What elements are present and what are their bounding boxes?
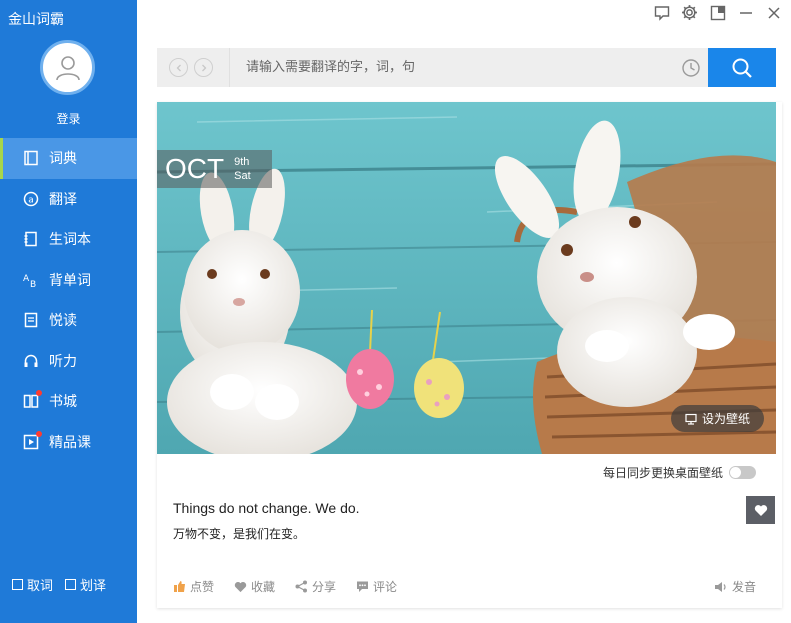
svg-text:a: a [28, 195, 34, 205]
sidebar-item-reading[interactable]: 悦读 [0, 300, 137, 341]
notification-dot [36, 430, 42, 437]
back-button[interactable] [169, 58, 188, 77]
chevron-left-icon [176, 64, 181, 71]
sync-toggle[interactable] [729, 466, 756, 479]
like-label: 点赞 [190, 580, 215, 594]
sidebar-item-label: 悦读 [49, 313, 77, 330]
svg-text:B: B [30, 280, 36, 288]
sidebar-item-wordbook[interactable]: 生词本 [0, 219, 137, 260]
bottom-options: 取词 划译 [12, 575, 106, 594]
sidebar-item-label: 背单词 [49, 272, 91, 289]
like-button[interactable]: 点赞 [173, 578, 214, 595]
pronounce-button[interactable]: 发音 [714, 578, 756, 595]
sidebar-item-translate[interactable]: a 翻译 [0, 179, 137, 220]
sidebar-item-listening[interactable]: 听力 [0, 341, 137, 382]
app-title: 金山词霸 [8, 12, 64, 28]
sidebar-item-courses[interactable]: 精品课 [0, 422, 137, 463]
set-wallpaper-label: 设为壁纸 [701, 412, 750, 426]
history-navigation [157, 48, 230, 87]
quick-lookup-toggle[interactable]: 取词 [12, 575, 53, 594]
sidebar: 金山词霸 登录 词典 a 翻译 生词本 AB 背单词 悦读 听力 书城 精品课 … [0, 0, 137, 623]
thumbs-up-icon [174, 581, 185, 592]
sidebar-item-vocabulary[interactable]: AB 背单词 [0, 260, 137, 301]
chevron-right-icon [201, 64, 206, 71]
select-translate-toggle[interactable]: 划译 [65, 575, 106, 594]
book-icon [22, 149, 40, 167]
checkbox[interactable] [12, 579, 23, 590]
sync-label: 每日同步更换桌面壁纸 [602, 466, 723, 480]
favorite-button[interactable] [746, 496, 775, 524]
history-clock-icon[interactable] [674, 48, 708, 87]
sidebar-item-label: 生词本 [49, 232, 91, 249]
sidebar-item-label: 听力 [49, 353, 77, 370]
card-actions: 点赞 收藏 分享 评论 [173, 578, 397, 595]
sidebar-item-label: 词典 [49, 151, 77, 168]
quick-lookup-label: 取词 [27, 579, 54, 594]
collect-button[interactable]: 收藏 [234, 578, 275, 595]
comment-button[interactable]: 评论 [356, 578, 397, 595]
play-icon [22, 430, 42, 451]
search-icon [732, 58, 752, 78]
heart-icon [754, 504, 767, 516]
speaker-icon [714, 581, 726, 592]
reading-icon [22, 311, 40, 329]
ab-icon: AB [22, 271, 40, 289]
date-day-weekday: 9th Sat [234, 155, 251, 183]
sentence-english: Things do not change. We do. [173, 500, 360, 516]
feedback-icon[interactable] [652, 3, 671, 22]
sidebar-item-bookstore[interactable]: 书城 [0, 381, 137, 422]
settings-gear-icon[interactable] [680, 3, 699, 22]
sidebar-nav: 词典 a 翻译 生词本 AB 背单词 悦读 听力 书城 精品课 [0, 138, 137, 462]
heart-outline-icon [234, 581, 247, 592]
comment-label: 评论 [373, 580, 398, 594]
collect-label: 收藏 [251, 580, 276, 594]
close-icon[interactable] [764, 3, 783, 22]
daily-sentence-card: OCT 9th Sat 设为壁纸 每日同步更换桌面壁纸 Things do no… [157, 102, 782, 608]
forward-button[interactable] [194, 58, 213, 77]
date-weekday: Sat [234, 170, 251, 182]
sidebar-item-dictionary[interactable]: 词典 [0, 138, 137, 179]
sidebar-item-label: 翻译 [49, 191, 77, 208]
notification-dot [36, 390, 42, 397]
notebook-icon [22, 230, 40, 248]
share-button[interactable]: 分享 [295, 578, 336, 595]
minimize-icon[interactable] [736, 3, 755, 22]
translate-icon: a [22, 190, 40, 208]
comment-icon [357, 581, 369, 592]
window-controls [652, 3, 783, 22]
date-month: OCT [165, 153, 225, 184]
search-button[interactable] [708, 48, 776, 87]
sidebar-item-label: 精品课 [49, 434, 91, 451]
headphones-icon [22, 352, 40, 370]
set-wallpaper-button[interactable]: 设为壁纸 [671, 405, 764, 432]
select-translate-label: 划译 [80, 579, 107, 594]
wallpaper-sync: 每日同步更换桌面壁纸 [603, 464, 756, 481]
share-icon [295, 580, 308, 593]
search-input[interactable] [230, 48, 674, 87]
date-day: 9th [234, 156, 250, 168]
user-icon [55, 55, 80, 80]
pronounce-label: 发音 [731, 580, 756, 594]
bookstore-icon [22, 390, 42, 410]
date-badge: OCT 9th Sat [157, 150, 272, 188]
sentence-chinese: 万物不变，是我们在变。 [173, 527, 306, 541]
share-label: 分享 [312, 580, 337, 594]
mini-mode-icon[interactable] [708, 3, 727, 22]
avatar[interactable] [40, 40, 95, 95]
svg-text:A: A [23, 274, 30, 284]
daily-wallpaper-image: OCT 9th Sat 设为壁纸 [157, 102, 776, 454]
checkbox[interactable] [65, 579, 77, 590]
sidebar-item-label: 书城 [49, 394, 77, 411]
monitor-icon [685, 413, 697, 425]
search-bar [157, 48, 776, 87]
login-link[interactable]: 登录 [0, 110, 137, 127]
